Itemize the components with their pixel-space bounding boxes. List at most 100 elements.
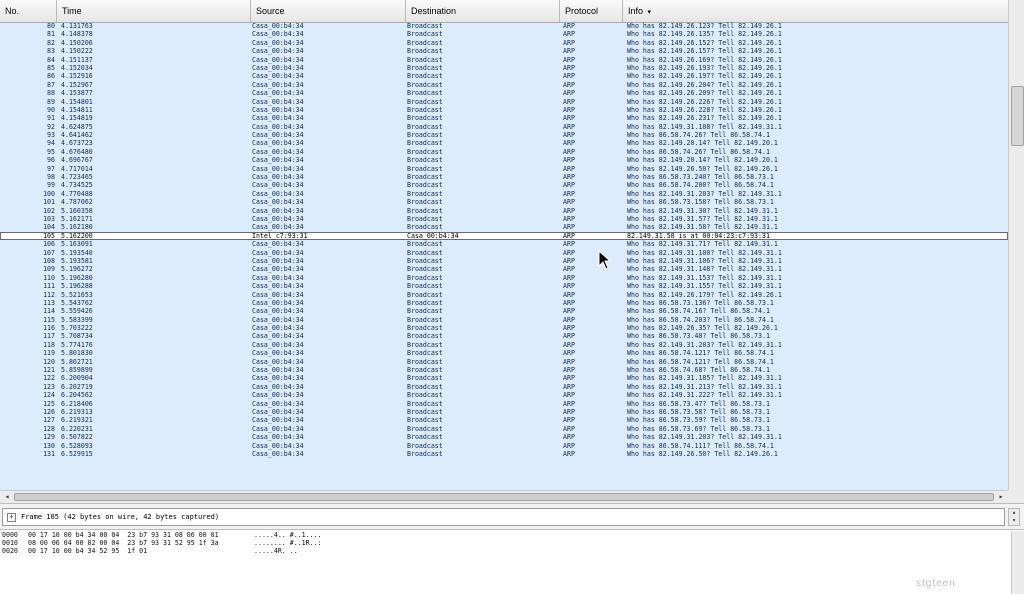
table-row[interactable]: 98 4.723465 Casa_00:b4:34 Broadcast ARP Who h… (0, 173, 1008, 181)
packet-source: Casa_00:b4:34 (252, 290, 304, 299)
packet-info: Who has 82.149.26.209? Tell 82.149.26.1 (627, 89, 782, 98)
packet-source: Casa_00:b4:34 (252, 38, 304, 47)
packet-info: Who has 82.149.31.153? Tell 82.149.31.1 (627, 273, 782, 282)
table-row[interactable]: 131 6.529915 Casa_00:b4:34 Broadcast ARP Who … (0, 450, 1008, 458)
packet-protocol: ARP (563, 298, 575, 307)
packet-protocol: ARP (563, 139, 575, 148)
packet-info: Who has 82.149.31.57? Tell 82.149.31.1 (627, 214, 778, 223)
table-row[interactable]: 109 5.196272 Casa_00:b4:34 Broadcast ARP Who … (0, 265, 1008, 273)
scroll-left-icon[interactable]: ◂ (1, 491, 13, 503)
scroll-down-icon[interactable]: ▾ (1009, 517, 1019, 525)
packet-info: Who has 86.58.74.26? Tell 86.58.74.1 (627, 147, 770, 156)
table-row[interactable]: 114 5.559426 Casa_00:b4:34 Broadcast ARP Who … (0, 307, 1008, 315)
vertical-scroll-thumb[interactable] (1011, 86, 1024, 146)
packet-number: 94 (47, 139, 55, 148)
table-row[interactable]: 89 4.154801 Casa_00:b4:34 Broadcast ARP Who h… (0, 98, 1008, 106)
table-row[interactable]: 81 4.148378 Casa_00:b4:34 Broadcast ARP Who h… (0, 30, 1008, 38)
scroll-up-icon[interactable]: ▴ (1009, 509, 1019, 517)
frame-summary-item[interactable]: Frame 105 (42 bytes on wire, 42 bytes ca… (21, 511, 219, 523)
packet-source: Casa_00:b4:34 (252, 357, 304, 366)
table-row[interactable]: 121 5.859899 Casa_00:b4:34 Broadcast ARP Who … (0, 366, 1008, 374)
table-row[interactable]: 90 4.154811 Casa_00:b4:34 Broadcast ARP Who h… (0, 106, 1008, 114)
table-row[interactable]: 117 5.708734 Casa_00:b4:34 Broadcast ARP Who … (0, 332, 1008, 340)
scroll-right-icon[interactable]: ▸ (995, 491, 1007, 503)
table-row[interactable]: 127 6.219321 Casa_00:b4:34 Broadcast ARP Who … (0, 416, 1008, 424)
table-row[interactable]: 82 4.150206 Casa_00:b4:34 Broadcast ARP Who h… (0, 39, 1008, 47)
table-row[interactable]: 116 5.703222 Casa_00:b4:34 Broadcast ARP Who … (0, 324, 1008, 332)
packet-number: 110 (43, 273, 55, 282)
table-row[interactable]: 123 6.202719 Casa_00:b4:34 Broadcast ARP Who … (0, 383, 1008, 391)
table-row[interactable]: 104 5.162180 Casa_00:b4:34 Broadcast ARP Who … (0, 223, 1008, 231)
packet-bytes-pane[interactable]: 0000 00 17 10 00 b4 34 00 04 23 b7 93 31 … (0, 529, 1024, 594)
details-vertical-scrollbar[interactable]: ▴ ▾ (1008, 508, 1020, 526)
table-row[interactable]: 111 5.196288 Casa_00:b4:34 Broadcast ARP Who … (0, 282, 1008, 290)
column-header-info[interactable]: Info ▾ (623, 0, 1008, 22)
horizontal-scroll-thumb[interactable] (14, 493, 994, 501)
bytes-vertical-scrollbar[interactable] (1011, 531, 1024, 594)
column-header-no[interactable]: No. (0, 0, 57, 22)
packet-number: 92 (47, 122, 55, 131)
table-row[interactable]: 88 4.153877 Casa_00:b4:34 Broadcast ARP Who h… (0, 89, 1008, 97)
packet-protocol: ARP (563, 114, 575, 123)
table-row[interactable]: 120 5.802721 Casa_00:b4:34 Broadcast ARP Who … (0, 358, 1008, 366)
packet-protocol: ARP (563, 382, 575, 391)
packet-list-horizontal-scrollbar[interactable]: ◂ ▸ (0, 490, 1008, 503)
table-row[interactable]: 94 4.673723 Casa_00:b4:34 Broadcast ARP Who h… (0, 139, 1008, 147)
table-row[interactable]: 128 6.220231 Casa_00:b4:34 Broadcast ARP Who … (0, 425, 1008, 433)
table-row[interactable]: 99 4.734525 Casa_00:b4:34 Broadcast ARP Who h… (0, 181, 1008, 189)
packet-destination: Broadcast (407, 223, 443, 232)
table-row[interactable]: 86 4.152916 Casa_00:b4:34 Broadcast ARP Who h… (0, 72, 1008, 80)
table-row[interactable]: 122 6.200904 Casa_00:b4:34 Broadcast ARP Who … (0, 374, 1008, 382)
packet-list-vertical-scrollbar[interactable] (1008, 0, 1024, 490)
table-row[interactable]: 112 5.521653 Casa_00:b4:34 Broadcast ARP Who … (0, 291, 1008, 299)
table-row[interactable]: 80 4.131763 Casa_00:b4:34 Broadcast ARP Who h… (0, 22, 1008, 30)
table-row[interactable]: 113 5.543762 Casa_00:b4:34 Broadcast ARP Who … (0, 299, 1008, 307)
table-row[interactable]: 92 4.624875 Casa_00:b4:34 Broadcast ARP Who h… (0, 123, 1008, 131)
table-row[interactable]: 126 6.219313 Casa_00:b4:34 Broadcast ARP Who … (0, 408, 1008, 416)
column-header-destination[interactable]: Destination (406, 0, 560, 22)
table-row[interactable]: 108 5.193581 Casa_00:b4:34 Broadcast ARP Who … (0, 257, 1008, 265)
table-row[interactable]: 129 6.507822 Casa_00:b4:34 Broadcast ARP Who … (0, 433, 1008, 441)
packet-number: 122 (43, 374, 55, 383)
table-row[interactable]: 96 4.696767 Casa_00:b4:34 Broadcast ARP Who h… (0, 156, 1008, 164)
table-row[interactable]: 103 5.162171 Casa_00:b4:34 Broadcast ARP Who … (0, 215, 1008, 223)
packet-protocol: ARP (563, 72, 575, 81)
table-row[interactable]: 95 4.676480 Casa_00:b4:34 Broadcast ARP Who h… (0, 148, 1008, 156)
table-row[interactable]: 97 4.717014 Casa_00:b4:34 Broadcast ARP Who h… (0, 165, 1008, 173)
table-row[interactable]: 106 5.163091 Casa_00:b4:34 Broadcast ARP Who … (0, 240, 1008, 248)
packet-number: 86 (47, 72, 55, 81)
table-row[interactable]: 93 4.641462 Casa_00:b4:34 Broadcast ARP Who h… (0, 131, 1008, 139)
packet-rows: 80 4.131763 Casa_00:b4:34 Broadcast ARP Who h… (0, 22, 1008, 458)
column-header-time[interactable]: Time (57, 0, 251, 22)
packet-list-pane[interactable]: No. Time Source Destination Protocol Inf… (0, 0, 1008, 490)
table-row[interactable]: 115 5.583399 Casa_00:b4:34 Broadcast ARP Who … (0, 316, 1008, 324)
table-row[interactable]: 125 6.218406 Casa_00:b4:34 Broadcast ARP Who … (0, 400, 1008, 408)
table-row[interactable]: 84 4.151137 Casa_00:b4:34 Broadcast ARP Who h… (0, 56, 1008, 64)
table-row[interactable]: 110 5.196280 Casa_00:b4:34 Broadcast ARP Who … (0, 274, 1008, 282)
table-row[interactable]: 101 4.787062 Casa_00:b4:34 Broadcast ARP Who … (0, 198, 1008, 206)
column-header-source[interactable]: Source (251, 0, 406, 22)
table-row[interactable]: 85 4.152034 Casa_00:b4:34 Broadcast ARP Who h… (0, 64, 1008, 72)
packet-protocol: ARP (563, 22, 575, 30)
table-row[interactable]: 87 4.152967 Casa_00:b4:34 Broadcast ARP Who h… (0, 81, 1008, 89)
table-row[interactable]: 130 6.528093 Casa_00:b4:34 Broadcast ARP Who … (0, 442, 1008, 450)
table-row[interactable]: 107 5.193540 Casa_00:b4:34 Broadcast ARP Who … (0, 249, 1008, 257)
packet-info: Who has 86.58.73.158? Tell 86.58.73.1 (627, 198, 774, 207)
table-row[interactable]: 83 4.150222 Casa_00:b4:34 Broadcast ARP Who h… (0, 47, 1008, 55)
packet-details-pane[interactable]: + Frame 105 (42 bytes on wire, 42 bytes … (0, 503, 1024, 529)
table-row[interactable]: 119 5.801830 Casa_00:b4:34 Broadcast ARP Who … (0, 349, 1008, 357)
packet-protocol: ARP (563, 164, 575, 173)
expand-plus-icon[interactable]: + (7, 513, 16, 522)
column-header-protocol[interactable]: Protocol (560, 0, 623, 22)
packet-time: 6.204562 (61, 391, 93, 400)
table-row[interactable]: 102 5.160358 Casa_00:b4:34 Broadcast ARP Who … (0, 207, 1008, 215)
table-row[interactable]: 100 4.770488 Casa_00:b4:34 Broadcast ARP Who … (0, 190, 1008, 198)
table-row[interactable]: 118 5.774176 Casa_00:b4:34 Broadcast ARP Who … (0, 341, 1008, 349)
packet-time: 4.673723 (61, 139, 93, 148)
details-tree[interactable]: + Frame 105 (42 bytes on wire, 42 bytes … (2, 508, 1005, 526)
table-row[interactable]: 124 6.204562 Casa_00:b4:34 Broadcast ARP Who … (0, 391, 1008, 399)
table-row[interactable]: 91 4.154819 Casa_00:b4:34 Broadcast ARP Who h… (0, 114, 1008, 122)
packet-info: Who has 82.149.26.193? Tell 82.149.26.1 (627, 63, 782, 72)
table-row-selected[interactable]: 105 5.162200 Intel_c7:93:31 Casa_00:b4:34 AR… (0, 231, 1008, 241)
packet-number: 88 (47, 89, 55, 98)
